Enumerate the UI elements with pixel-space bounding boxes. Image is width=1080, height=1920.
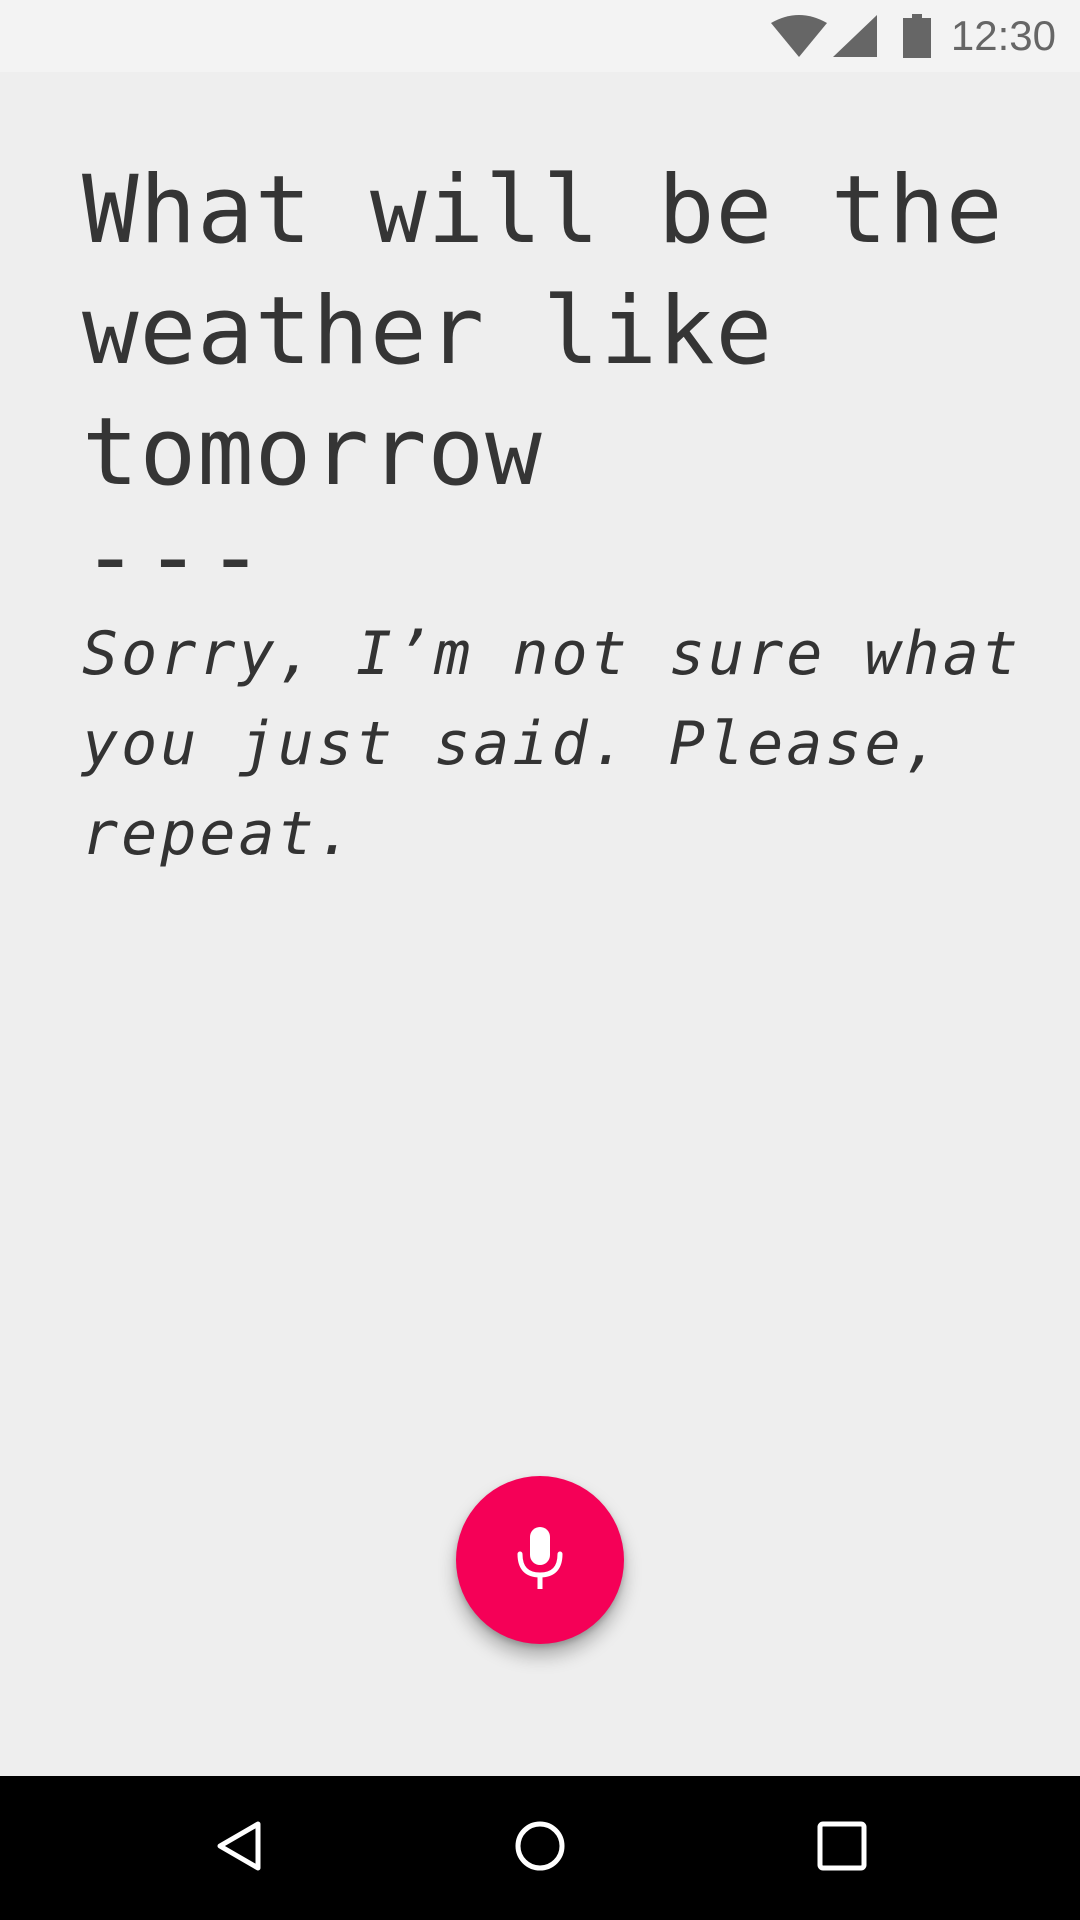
navigation-bar <box>0 1776 1080 1920</box>
conversation-area: What will be the weather like tomorrow -… <box>82 150 1042 879</box>
microphone-icon <box>516 1527 564 1593</box>
cell-signal-icon <box>832 15 877 57</box>
back-button[interactable] <box>168 1776 312 1920</box>
separator-text: --- <box>82 503 270 612</box>
status-clock: 12:30 <box>950 12 1056 59</box>
recents-icon <box>816 1820 868 1876</box>
wifi-icon <box>770 15 827 57</box>
recents-button[interactable] <box>770 1776 914 1920</box>
status-icons: 12:30 <box>770 0 1056 72</box>
home-icon <box>514 1820 566 1876</box>
assistant-response-text: Sorry, I’m not sure what you just said. … <box>82 619 1021 869</box>
status-bar: 12:30 <box>0 0 1080 72</box>
user-query-text: What will be the weather like tomorrow <box>82 156 1062 507</box>
battery-icon <box>902 14 931 58</box>
home-button[interactable] <box>468 1776 612 1920</box>
back-icon <box>214 1820 266 1876</box>
microphone-button[interactable] <box>456 1476 624 1644</box>
